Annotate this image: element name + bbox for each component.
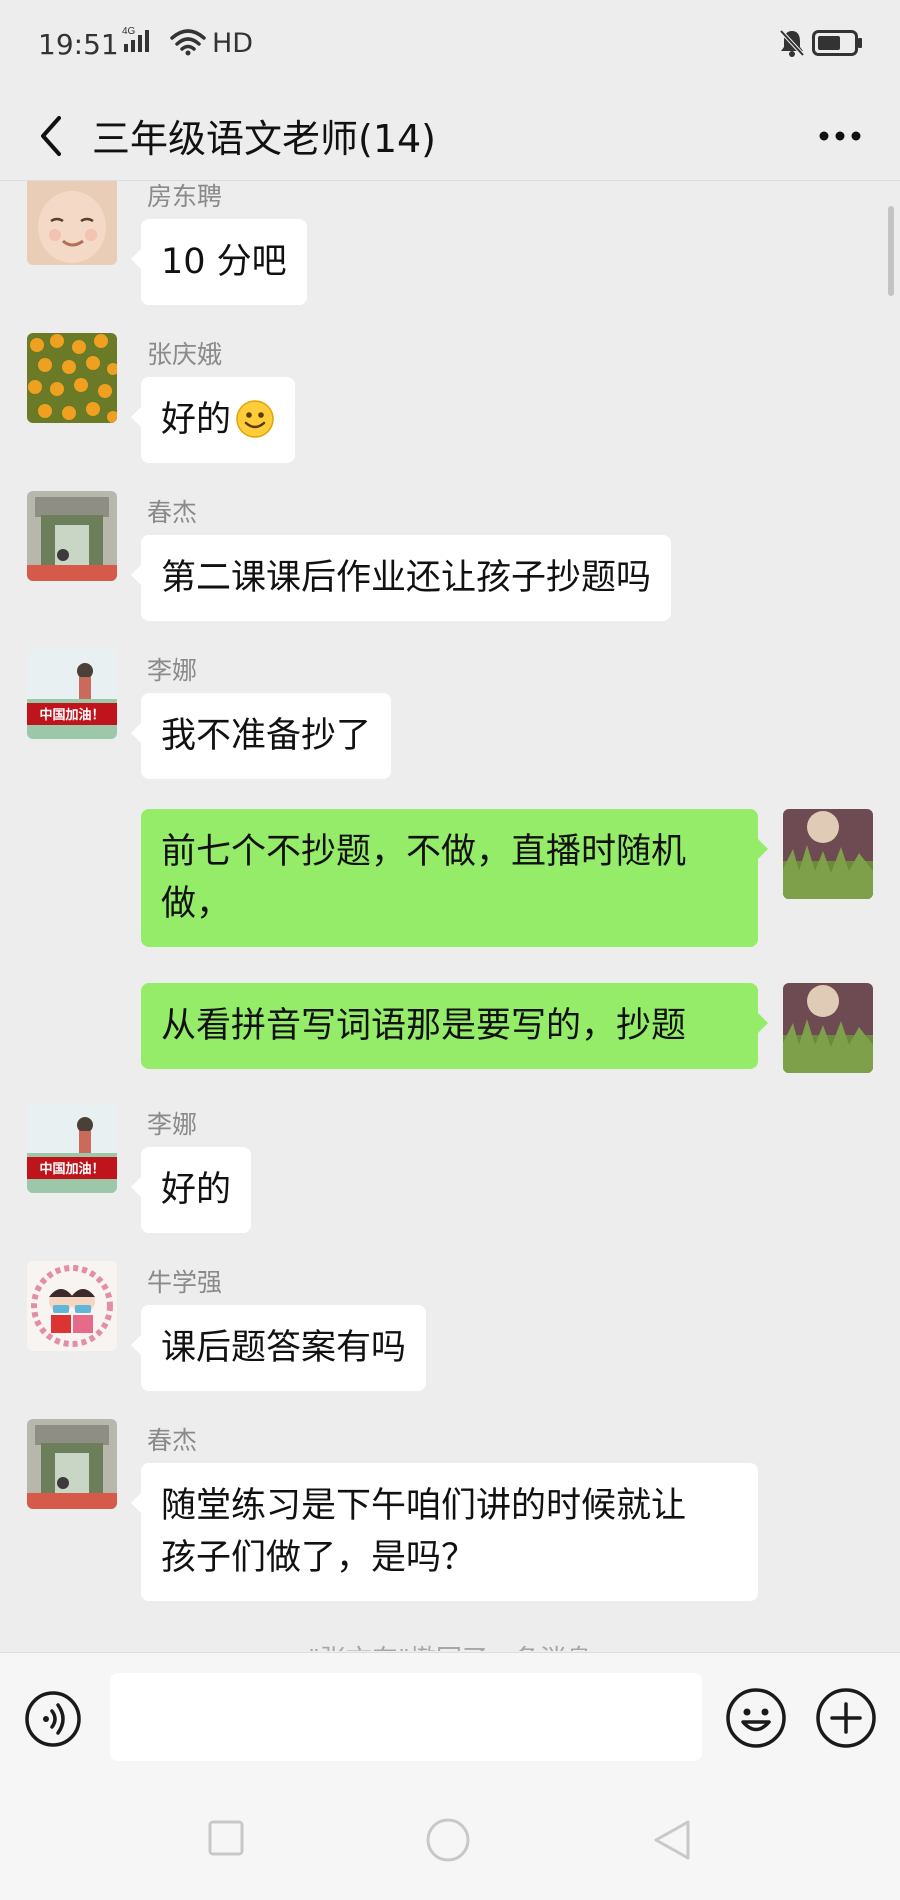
status-time: 19:51 [38, 28, 119, 61]
signal-icon: 4G [122, 24, 162, 62]
sender-name: 李娜 [147, 1110, 198, 1139]
voice-button[interactable] [24, 1690, 82, 1748]
avatar[interactable] [27, 1261, 117, 1351]
square-icon [208, 1820, 244, 1856]
avatar[interactable] [27, 333, 117, 423]
message-text: 好的 [161, 400, 232, 440]
sender-name: 春杰 [147, 498, 198, 527]
plus-button[interactable] [815, 1687, 877, 1749]
message-input[interactable] [110, 1673, 702, 1761]
avatar-label: 中国加油！ [39, 1161, 104, 1177]
circle-icon [426, 1818, 470, 1862]
chevron-left-icon [41, 116, 61, 156]
scrollbar[interactable] [888, 206, 894, 296]
my-avatar[interactable] [783, 809, 873, 899]
emoji-button[interactable] [725, 1687, 787, 1749]
battery-icon [812, 30, 864, 60]
wifi-icon [170, 28, 206, 60]
emoji-icon [726, 1688, 786, 1748]
message-bubble[interactable]: 第二课课后作业还让孩子抄题吗 [130, 535, 672, 621]
recent-apps-button[interactable] [208, 1820, 244, 1860]
avatar[interactable] [27, 491, 117, 581]
sender-name: 房东聘 [147, 182, 223, 211]
voice-icon [25, 1691, 81, 1747]
chat-header: 三年级语文老师(14) [0, 90, 900, 181]
sender-name: 牛学强 [147, 1268, 223, 1297]
system-back-button[interactable] [652, 1818, 692, 1866]
status-bar: 19:51 4G HD [0, 0, 900, 90]
hd-label: HD [212, 28, 254, 59]
more-button[interactable] [810, 108, 870, 164]
page-title: 三年级语文老师(14) [92, 117, 437, 161]
message-bubble-outgoing[interactable]: 从看拼音写词语那是要写的，抄题 [141, 983, 768, 1069]
avatar-label: 中国加油！ [39, 707, 104, 723]
avatar[interactable]: 中国加油！ [27, 649, 117, 739]
sender-name: 张庆娥 [147, 340, 223, 369]
message-list[interactable]: 房东聘 10 分吧 张庆娥 好的 春杰 第二课课后作业还让孩子抄题吗 中国加油！… [0, 181, 900, 1651]
sender-name: 李娜 [147, 656, 198, 685]
avatar[interactable] [27, 181, 117, 265]
sender-name: 春杰 [147, 1426, 198, 1455]
plus-icon [816, 1688, 876, 1748]
network-label: 4G [122, 26, 136, 37]
system-note: "张文东"撤回了一条消息 [0, 1639, 900, 1651]
system-nav-bar [0, 1782, 900, 1900]
input-bar [0, 1652, 900, 1783]
message-bubble[interactable]: 我不准备抄了 [130, 693, 392, 779]
message-bubble[interactable]: 好的 [130, 1147, 252, 1233]
avatar[interactable] [27, 1419, 117, 1509]
back-button[interactable] [26, 106, 76, 166]
message-bubble[interactable]: 好的 [130, 377, 296, 463]
message-bubble-outgoing[interactable]: 前七个不抄题，不做，直播时随机 做， [141, 809, 768, 947]
mute-bell-icon [778, 28, 806, 62]
avatar[interactable]: 中国加油！ [27, 1103, 117, 1193]
message-bubble[interactable]: 随堂练习是下午咱们讲的时候就让 孩子们做了，是吗？ [131, 1463, 758, 1601]
my-avatar[interactable] [783, 983, 873, 1073]
message-bubble[interactable]: 10 分吧 [131, 219, 307, 305]
home-button[interactable] [425, 1817, 471, 1867]
message-bubble[interactable]: 课后题答案有吗 [130, 1305, 427, 1391]
more-icon [819, 131, 861, 141]
smiley-emoji-icon [236, 400, 274, 438]
triangle-back-icon [654, 1820, 690, 1860]
